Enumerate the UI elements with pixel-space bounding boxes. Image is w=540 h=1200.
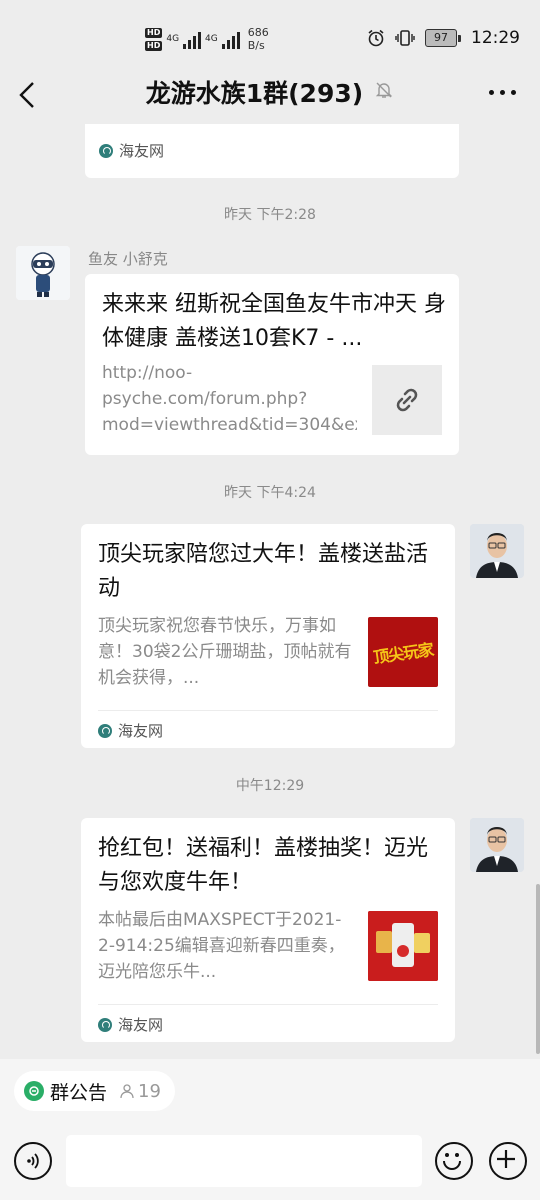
clock: 12:29 xyxy=(471,28,520,48)
network-type-1: 4G xyxy=(166,34,180,44)
bottom-panel: 群公告 19 xyxy=(0,1059,540,1200)
more-functions-button[interactable] xyxy=(489,1142,527,1180)
emoji-icon xyxy=(443,1153,461,1170)
plus-icon xyxy=(497,1150,515,1168)
mute-bell-icon xyxy=(374,80,394,104)
notice-label: 群公告 xyxy=(50,1081,108,1104)
avatar[interactable] xyxy=(470,524,524,578)
card-source: 海友网 xyxy=(98,720,163,741)
source-icon xyxy=(99,143,113,158)
hd-badge-1: HD xyxy=(145,27,163,38)
card-title: 抢红包！送福利！盖楼抽奖！迈光与您欢度牛年！ xyxy=(98,836,429,895)
emoji-button[interactable] xyxy=(435,1142,473,1180)
message-input[interactable] xyxy=(66,1135,422,1187)
card-description: 顶尖玩家祝您春节快乐，万事如意！30袋2公斤珊瑚盐，顶帖就有机会获得，... xyxy=(98,616,352,688)
cartoon-avatar-icon xyxy=(16,246,70,300)
card-description: http://noo-psyche.com/forum.php?mod=view… xyxy=(102,363,357,435)
vibrate-icon xyxy=(395,30,415,46)
battery-icon: 97 xyxy=(425,29,461,47)
card-source: 海友网 xyxy=(99,140,164,161)
timestamp: 昨天 下午2:28 xyxy=(224,207,316,223)
person-icon xyxy=(120,1084,134,1099)
alarm-icon xyxy=(368,29,384,47)
group-notice-button[interactable]: 群公告 19 xyxy=(14,1071,175,1111)
card-title: 顶尖玩家陪您过大年！盖楼送盐活动 xyxy=(98,542,429,601)
signal-icon xyxy=(183,29,202,49)
card-title: 来来来 纽斯祝全国鱼友牛市冲天 身体健康 盖楼送10套K7 - ... xyxy=(102,292,446,351)
card-source: 海友网 xyxy=(98,1014,163,1035)
status-bar: HD HD 4G 4G 686 B/s 97 12:29 xyxy=(0,0,540,66)
hd-badges: HD HD xyxy=(145,27,163,51)
chat-title: 龙游水族1群(293) xyxy=(145,79,364,108)
source-label: 海友网 xyxy=(118,1016,164,1034)
source-icon xyxy=(98,1017,112,1032)
link-thumbnail xyxy=(372,365,442,435)
notice-icon xyxy=(24,1081,44,1101)
link-card-partial[interactable]: 海友网 xyxy=(85,124,459,178)
card-thumbnail xyxy=(368,911,438,981)
sender-name: 鱼友 小舒克 xyxy=(88,250,168,268)
network-speed: 686 B/s xyxy=(248,26,269,52)
user-photo-icon xyxy=(470,524,524,578)
source-icon xyxy=(98,723,112,738)
speed-unit: B/s xyxy=(247,39,265,52)
thumbnail-text: 顶尖玩家 xyxy=(372,639,435,668)
hd-badge-2: HD xyxy=(145,40,163,51)
avatar[interactable] xyxy=(470,818,524,872)
status-right: 97 12:29 xyxy=(367,28,520,48)
member-count: 19 xyxy=(119,1081,161,1102)
voice-button[interactable] xyxy=(14,1142,52,1180)
network-type-2: 4G xyxy=(205,34,218,44)
card-thumbnail: 顶尖玩家 xyxy=(368,617,438,687)
card-description: 本帖最后由MAXSPECT于2021-2-914:25编辑喜迎新春四重奏，迈光陪… xyxy=(98,910,345,982)
link-icon xyxy=(396,388,418,412)
voice-icon xyxy=(27,1153,39,1169)
user-photo-icon xyxy=(470,818,524,872)
avatar[interactable] xyxy=(16,246,70,300)
chat-header: 龙游水族1群(293) xyxy=(0,66,540,124)
battery-level: 97 xyxy=(425,29,457,47)
promo-image-icon xyxy=(368,911,438,981)
source-label: 海友网 xyxy=(118,722,164,740)
network-indicators: HD HD 4G 4G 686 B/s xyxy=(145,22,269,56)
message-list[interactable]: 海友网 昨天 下午2:28 鱼友 小舒克 来来来 纽斯祝全国鱼友牛市冲天 身体健… xyxy=(0,124,540,1059)
card-divider xyxy=(98,1004,438,1005)
scrollbar[interactable] xyxy=(536,884,540,1054)
member-count-value: 19 xyxy=(138,1080,161,1102)
speed-value: 686 xyxy=(247,26,269,39)
link-card[interactable]: 来来来 纽斯祝全国鱼友牛市冲天 身体健康 盖楼送10套K7 - ... http… xyxy=(85,274,459,455)
timestamp: 昨天 下午4:24 xyxy=(224,485,316,501)
link-card[interactable]: 抢红包！送福利！盖楼抽奖！迈光与您欢度牛年！ 本帖最后由MAXSPECT于202… xyxy=(81,818,455,1042)
card-divider xyxy=(98,710,438,711)
timestamp: 中午12:29 xyxy=(235,778,305,794)
source-label: 海友网 xyxy=(119,142,165,160)
more-options-button[interactable] xyxy=(489,90,516,95)
signal-icon-2 xyxy=(221,29,240,49)
link-card[interactable]: 顶尖玩家陪您过大年！盖楼送盐活动 顶尖玩家祝您春节快乐，万事如意！30袋2公斤珊… xyxy=(81,524,455,748)
